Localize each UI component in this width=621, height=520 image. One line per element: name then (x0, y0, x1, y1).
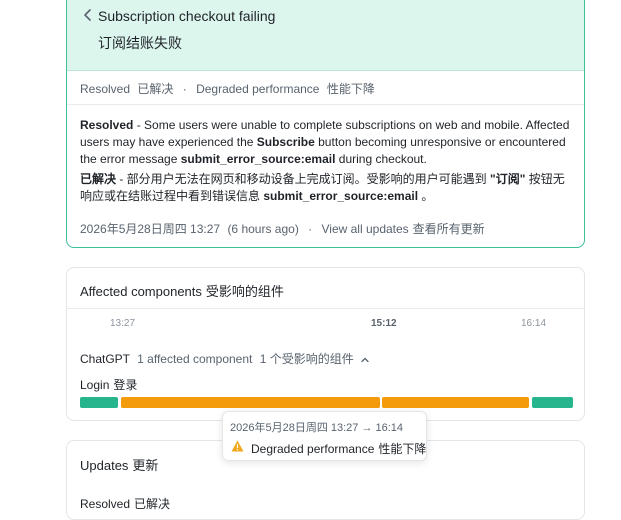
divider (67, 104, 584, 105)
tooltip-time-range: 2026年5月28日周四 13:27 → 16:14 (230, 422, 404, 434)
update-text: during checkout. (335, 152, 427, 166)
view-all-updates-link[interactable]: View all updates 查看所有更新 (322, 222, 485, 236)
timeline-segment-operational[interactable] (532, 397, 573, 408)
component-group-toggle[interactable]: ChatGPT 1 affected component 1 个受影响的组件 (80, 350, 370, 367)
update-bold: Subscribe (256, 135, 315, 149)
updates-title: Updates 更新 (80, 458, 159, 473)
incident-header: Subscription checkout failing 订阅结账失败 (67, 0, 584, 71)
separator: · (182, 82, 187, 96)
update-text: - 部分用户无法在网页和移动设备上完成订阅。受影响的用户可能遇到 (116, 172, 491, 186)
timeline-tick: 16:14 (521, 318, 547, 329)
update-bold: "订阅" (490, 172, 526, 186)
timeline-tooltip: 2026年5月28日周四 13:27 → 16:14 Degraded perf… (222, 411, 427, 461)
timeline-segment-degraded[interactable] (382, 397, 529, 408)
timeline-tick: 13:27 (110, 318, 136, 329)
incident-title-zh: 订阅结账失败 (98, 35, 182, 51)
update-label-en: Resolved (80, 118, 134, 132)
incident-card: Subscription checkout failing 订阅结账失败 Res… (66, 0, 585, 248)
timeline-tick: 15:12 (371, 318, 397, 329)
group-count-en: 1 affected component (137, 352, 253, 366)
incident-title-en: Subscription checkout failing (98, 8, 276, 24)
timeline-segment-operational[interactable] (80, 397, 118, 408)
divider (67, 308, 584, 309)
incident-status-line: Resolved 已解决 · Degraded performance 性能下降 (80, 80, 375, 97)
relative-time: (6 hours ago) (227, 222, 299, 236)
component-name: Login 登录 (80, 378, 138, 392)
separator: · (308, 222, 313, 236)
tooltip-status: Degraded performance 性能下降 (251, 442, 427, 456)
update-text: 。 (418, 189, 434, 203)
update-bold: submit_error_source:email (180, 152, 336, 166)
group-count-zh: 1 个受影响的组件 (259, 352, 354, 366)
group-name: ChatGPT (80, 352, 130, 366)
update-body-en: Resolved - Some users were unable to com… (80, 117, 575, 168)
status-zh: 已解决 (137, 82, 174, 96)
update-entry[interactable]: Resolved 已解决 (80, 495, 170, 512)
update-label-zh: 已解决 (80, 172, 117, 186)
update-bold: submit_error_source:email (263, 189, 419, 203)
chevron-left-icon[interactable] (81, 8, 95, 22)
update-body-zh: 已解决 - 部分用户无法在网页和移动设备上完成订阅。受影响的用户可能遇到 "订阅… (80, 171, 575, 205)
impact-zh: 性能下降 (326, 82, 375, 96)
incident-meta: 2026年5月28日周四 13:27 (6 hours ago) · View … (80, 220, 485, 237)
timeline-segment-degraded[interactable] (121, 397, 380, 408)
timestamp: 2026年5月28日周四 13:27 (80, 222, 221, 236)
chevron-up-icon[interactable] (360, 355, 370, 365)
status-en: Resolved (80, 82, 131, 96)
impact-en: Degraded performance (196, 82, 320, 96)
components-title: Affected components 受影响的组件 (80, 284, 284, 299)
affected-components-card: Affected components 受影响的组件 13:27 15:12 16… (66, 267, 585, 421)
warning-icon (231, 440, 244, 452)
